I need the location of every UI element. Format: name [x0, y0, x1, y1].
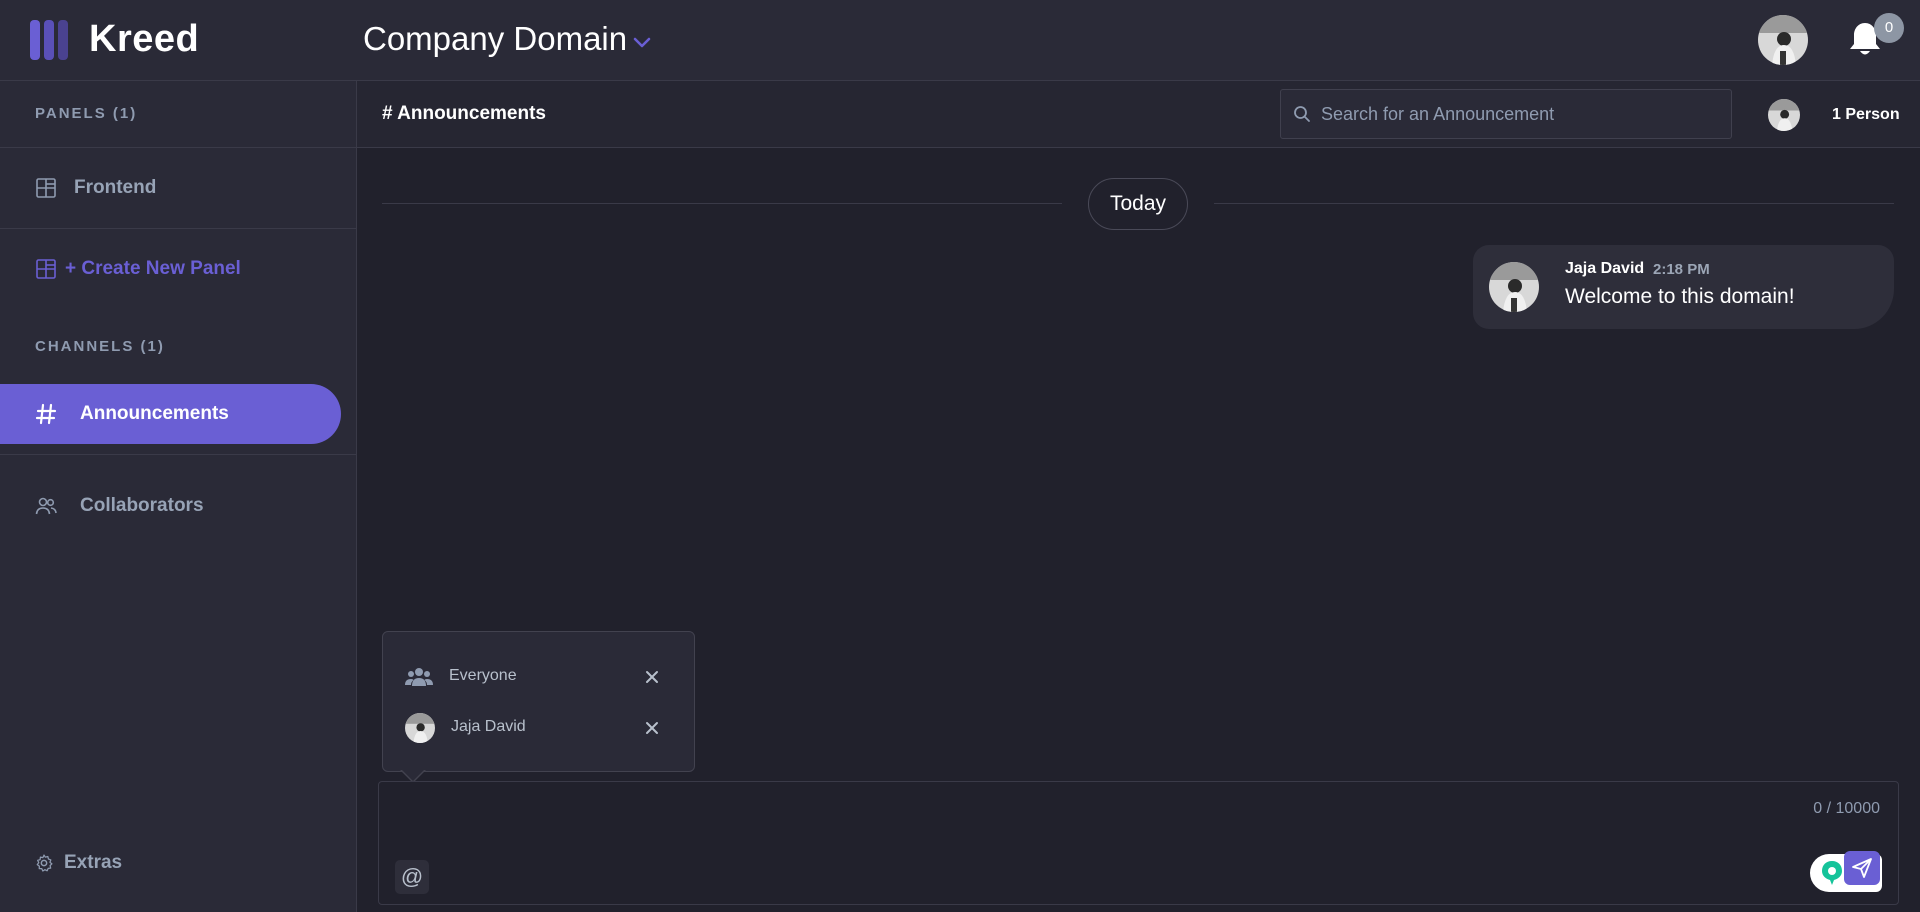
sidebar-item-collaborators[interactable]: Collaborators [0, 478, 356, 534]
extras-label: Extras [64, 852, 123, 873]
panel-icon [36, 259, 56, 279]
create-panel-label: + Create New Panel [65, 258, 241, 279]
notification-badge: 0 [1874, 13, 1904, 43]
channels-section-label: CHANNELS (1) [35, 338, 165, 355]
channel-header: # Announcements 1 Person [357, 81, 1920, 148]
mention-item-user[interactable]: Jaja David [383, 707, 694, 747]
app-name: Kreed [89, 18, 200, 60]
divider [0, 147, 356, 148]
sidebar-item-label: Frontend [74, 177, 157, 198]
group-icon [405, 668, 433, 686]
logo-icon [30, 20, 70, 60]
send-button[interactable] [1844, 851, 1880, 885]
divider [0, 228, 356, 229]
search-box[interactable] [1280, 89, 1732, 139]
message-author[interactable]: Jaja David [1565, 260, 1644, 278]
day-divider-line [382, 203, 1062, 204]
mention-item-everyone[interactable]: Everyone [383, 656, 694, 696]
sidebar-item-announcements[interactable]: Announcements [0, 384, 341, 444]
top-bar: Kreed Company Domain 0 [0, 0, 1920, 81]
day-divider-line [1214, 203, 1894, 204]
char-count: 0 / 10000 [1813, 800, 1880, 817]
message-bubble[interactable]: Jaja David 2:18 PM Welcome to this domai… [1473, 245, 1894, 329]
domain-switcher-label[interactable]: Company Domain [363, 20, 627, 58]
sidebar-item-frontend[interactable]: Frontend [0, 160, 356, 216]
grammar-icon [1822, 861, 1842, 885]
day-separator: Today [1088, 178, 1188, 230]
mention-label: Jaja David [451, 718, 526, 735]
avatar [405, 713, 435, 743]
message-time: 2:18 PM [1653, 261, 1710, 278]
panel-icon [36, 178, 56, 198]
close-icon[interactable] [643, 668, 661, 686]
close-icon[interactable] [643, 719, 661, 737]
gear-icon [36, 854, 53, 872]
message-text: Welcome to this domain! [1565, 285, 1795, 308]
popup-tail-inner [401, 769, 425, 781]
user-avatar[interactable] [1758, 15, 1808, 65]
mention-label: Everyone [449, 667, 517, 684]
member-avatar[interactable] [1768, 99, 1800, 131]
search-input[interactable] [1321, 90, 1721, 138]
sidebar-item-label: Collaborators [80, 495, 204, 516]
panels-section-label: PANELS (1) [35, 105, 138, 122]
message-composer[interactable]: 0 / 10000 @ [378, 781, 1899, 905]
hash-icon [35, 403, 57, 425]
sidebar: PANELS (1) Frontend + Create New Panel C… [0, 81, 357, 912]
chevron-down-icon[interactable] [630, 30, 654, 54]
mentions-popup: Everyone Jaja David [382, 631, 695, 772]
avatar[interactable] [1489, 262, 1539, 312]
sidebar-item-label: Announcements [80, 403, 229, 424]
users-icon [35, 497, 57, 515]
send-icon [1852, 858, 1872, 878]
divider [0, 454, 356, 455]
members-count[interactable]: 1 Person [1832, 106, 1900, 124]
create-panel-button[interactable]: + Create New Panel [0, 241, 356, 297]
mention-button[interactable]: @ [395, 860, 429, 894]
search-icon [1294, 106, 1310, 122]
channel-title: # Announcements [382, 103, 546, 124]
